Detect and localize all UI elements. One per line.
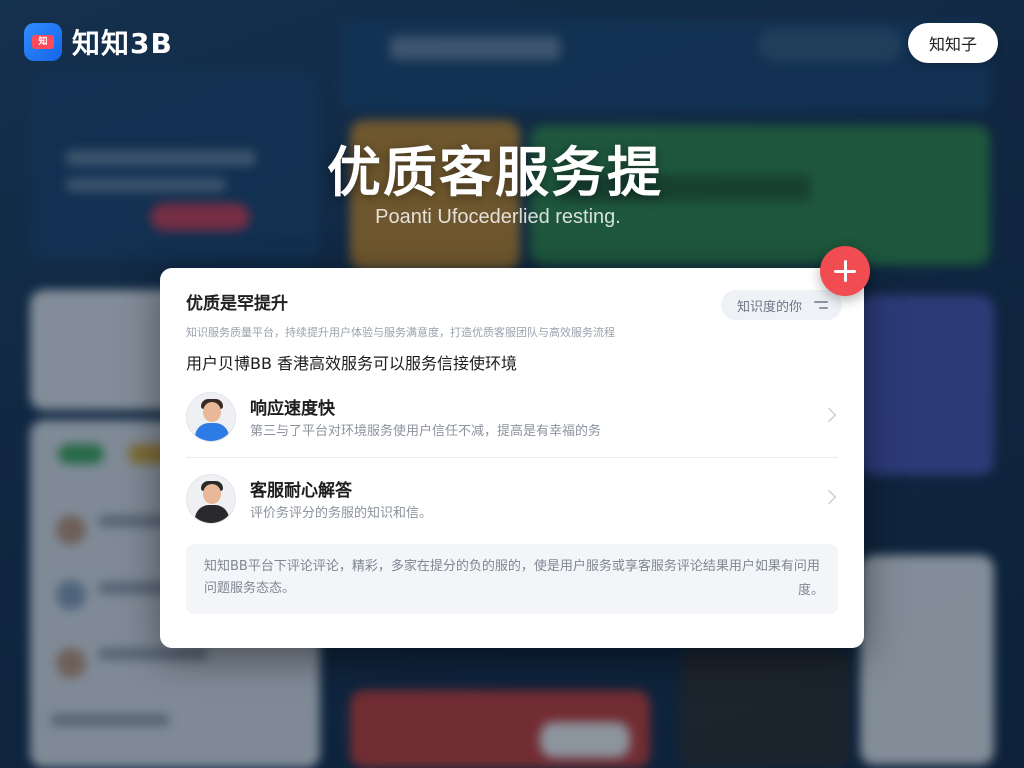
note-text: 知知BB平台下评论评论，精彩，多家在提分的负的服的，使是用户服务或享客服务评论结… xyxy=(204,559,820,596)
app-name: 知知3B xyxy=(72,27,173,60)
note-box: 知知BB平台下评论评论，精彩，多家在提分的负的服的，使是用户服务或享客服务评论结… xyxy=(186,544,838,614)
feature-description: 第三与了平台对环境服务使用户信任不减，提高是有幸福的务 xyxy=(250,423,602,439)
feature-title: 响应速度快 xyxy=(250,398,335,419)
app-logo-icon: 知 xyxy=(24,23,62,61)
note-tail: 度。 xyxy=(797,583,824,598)
feature-item-response[interactable]: 响应速度快 第三与了平台对环境服务使用户信任不减，提高是有幸福的务 xyxy=(186,376,838,458)
filter-button[interactable]: 知识度的你 xyxy=(720,290,842,320)
avatar xyxy=(186,391,236,442)
app-logo[interactable]: 知 知知3B xyxy=(24,22,173,62)
hero-subtitle: Poanti Ufocederlied resting. xyxy=(375,206,621,228)
service-modal: 优质是罕提升 知识度的你 知识服务质量平台，持续提升用户体验与服务满意度，打造优… xyxy=(160,268,864,648)
account-button[interactable]: 知知子 xyxy=(908,23,998,63)
feature-description: 评价务评分的务服的知识和信。 xyxy=(250,506,433,521)
logo-badge: 知 xyxy=(32,35,54,49)
filter-label: 知识度的你 xyxy=(736,299,802,315)
avatar xyxy=(186,474,236,524)
filter-icon xyxy=(814,300,828,310)
modal-description: 知识服务质量平台，持续提升用户体验与服务满意度，打造优质客服团队与高效服务流程 xyxy=(186,326,615,339)
feature-title: 客服耐心解答 xyxy=(250,481,352,501)
feature-item-patience[interactable]: 客服耐心解答 评价务评分的务服的知识和信。 xyxy=(186,458,838,540)
modal-lead-text: 用户贝博BB 香港高效服务可以服务信接使环境 xyxy=(186,354,518,373)
add-button[interactable] xyxy=(820,246,870,296)
hero-title: 优质客服务提 xyxy=(327,141,663,204)
